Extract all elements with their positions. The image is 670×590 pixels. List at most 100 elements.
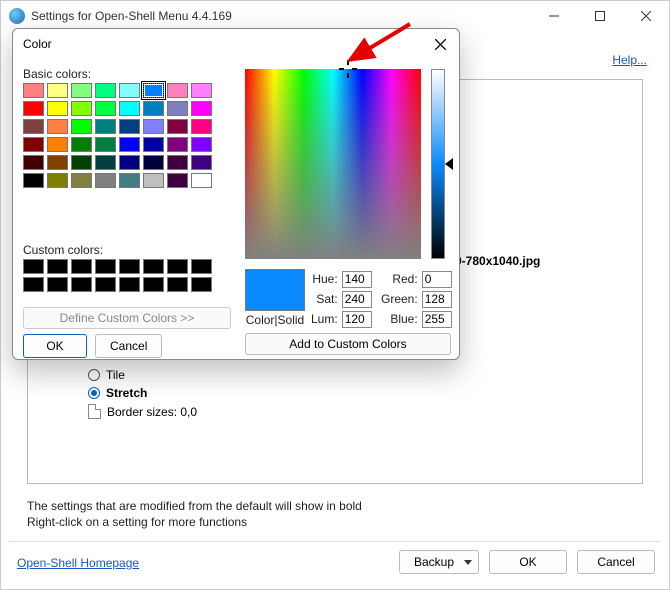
custom-swatch[interactable] — [119, 259, 140, 274]
basic-swatch[interactable] — [23, 137, 44, 152]
hue-input[interactable] — [342, 271, 372, 288]
hue-sat-field[interactable] — [245, 69, 421, 259]
basic-swatch[interactable] — [119, 137, 140, 152]
custom-swatch[interactable] — [47, 277, 68, 292]
luminance-slider[interactable] — [431, 69, 445, 259]
color-preview — [245, 269, 305, 311]
maximize-button[interactable] — [577, 1, 623, 31]
basic-swatch[interactable] — [71, 119, 92, 134]
basic-swatch[interactable] — [71, 83, 92, 98]
basic-swatch[interactable] — [191, 83, 212, 98]
color-ok-button[interactable]: OK — [23, 334, 87, 358]
basic-swatch[interactable] — [119, 173, 140, 188]
basic-swatch[interactable] — [71, 155, 92, 170]
custom-swatch[interactable] — [167, 277, 188, 292]
basic-swatch[interactable] — [143, 83, 164, 98]
basic-swatch[interactable] — [47, 137, 68, 152]
radio-stretch-label: Stretch — [106, 386, 147, 400]
chevron-down-icon — [464, 560, 472, 565]
basic-swatch[interactable] — [71, 137, 92, 152]
basic-swatch[interactable] — [119, 119, 140, 134]
red-input[interactable] — [422, 271, 452, 288]
custom-swatch[interactable] — [119, 277, 140, 292]
basic-swatch[interactable] — [191, 101, 212, 116]
custom-swatch[interactable] — [47, 259, 68, 274]
basic-swatch[interactable] — [23, 101, 44, 116]
custom-swatch[interactable] — [23, 259, 44, 274]
color-dialog-title: Color — [23, 37, 429, 51]
basic-swatch[interactable] — [167, 101, 188, 116]
basic-swatch[interactable] — [119, 101, 140, 116]
cancel-button[interactable]: Cancel — [577, 550, 655, 574]
basic-swatch[interactable] — [167, 83, 188, 98]
sat-input[interactable] — [342, 291, 372, 308]
basic-swatch[interactable] — [167, 119, 188, 134]
basic-swatch[interactable] — [143, 119, 164, 134]
basic-swatch[interactable] — [95, 101, 116, 116]
basic-swatch[interactable] — [143, 101, 164, 116]
backup-button[interactable]: Backup — [399, 550, 479, 574]
basic-swatch[interactable] — [191, 137, 212, 152]
custom-swatch[interactable] — [23, 277, 44, 292]
basic-swatch[interactable] — [23, 119, 44, 134]
custom-swatch[interactable] — [95, 259, 116, 274]
blue-input[interactable] — [422, 311, 452, 328]
basic-swatch[interactable] — [191, 155, 212, 170]
basic-swatch[interactable] — [95, 83, 116, 98]
minimize-button[interactable] — [531, 1, 577, 31]
basic-swatch[interactable] — [71, 173, 92, 188]
custom-swatch[interactable] — [167, 259, 188, 274]
color-dialog: Color Basic colors: Custom colors: Defin… — [12, 28, 460, 360]
window-title: Settings for Open-Shell Menu 4.4.169 — [31, 9, 232, 23]
define-custom-button[interactable]: Define Custom Colors >> — [23, 307, 231, 329]
color-solid-label: Color|Solid — [245, 313, 305, 327]
basic-swatch[interactable] — [47, 119, 68, 134]
basic-swatch[interactable] — [71, 101, 92, 116]
basic-swatch[interactable] — [167, 155, 188, 170]
footer-text: The settings that are modified from the … — [27, 498, 362, 530]
basic-swatch[interactable] — [167, 173, 188, 188]
custom-swatch[interactable] — [95, 277, 116, 292]
basic-swatch[interactable] — [143, 173, 164, 188]
color-dialog-close-button[interactable] — [429, 33, 451, 55]
basic-swatch[interactable] — [191, 173, 212, 188]
color-cancel-button[interactable]: Cancel — [95, 334, 162, 358]
green-input[interactable] — [422, 291, 452, 308]
basic-swatch[interactable] — [167, 137, 188, 152]
add-custom-button[interactable]: Add to Custom Colors — [245, 333, 451, 355]
custom-swatch[interactable] — [143, 259, 164, 274]
document-icon — [88, 404, 101, 419]
custom-swatch[interactable] — [191, 277, 212, 292]
basic-swatch[interactable] — [47, 83, 68, 98]
radio-tile[interactable]: Tile — [88, 366, 642, 384]
basic-swatch[interactable] — [23, 173, 44, 188]
basic-swatch[interactable] — [95, 173, 116, 188]
basic-swatch[interactable] — [47, 173, 68, 188]
basic-swatch[interactable] — [47, 101, 68, 116]
ok-button[interactable]: OK — [489, 550, 567, 574]
custom-swatch[interactable] — [71, 259, 92, 274]
close-button[interactable] — [623, 1, 669, 31]
homepage-link[interactable]: Open-Shell Homepage — [17, 556, 139, 570]
custom-swatch[interactable] — [143, 277, 164, 292]
border-sizes-label: Border sizes: 0,0 — [107, 405, 197, 419]
custom-colors-grid — [23, 259, 212, 292]
basic-swatch[interactable] — [119, 83, 140, 98]
basic-swatch[interactable] — [47, 155, 68, 170]
basic-swatch[interactable] — [95, 155, 116, 170]
basic-swatch[interactable] — [191, 119, 212, 134]
custom-swatch[interactable] — [191, 259, 212, 274]
lum-input[interactable] — [342, 311, 372, 328]
basic-swatch[interactable] — [119, 155, 140, 170]
custom-swatch[interactable] — [71, 277, 92, 292]
basic-swatch[interactable] — [95, 137, 116, 152]
basic-swatch[interactable] — [23, 83, 44, 98]
basic-swatch[interactable] — [143, 137, 164, 152]
basic-swatch[interactable] — [95, 119, 116, 134]
basic-swatch[interactable] — [23, 155, 44, 170]
app-icon — [9, 8, 25, 24]
radio-stretch[interactable]: Stretch — [88, 384, 642, 402]
border-sizes-row[interactable]: Border sizes: 0,0 — [88, 404, 642, 419]
basic-swatch[interactable] — [143, 155, 164, 170]
help-link[interactable]: Help... — [612, 53, 647, 67]
